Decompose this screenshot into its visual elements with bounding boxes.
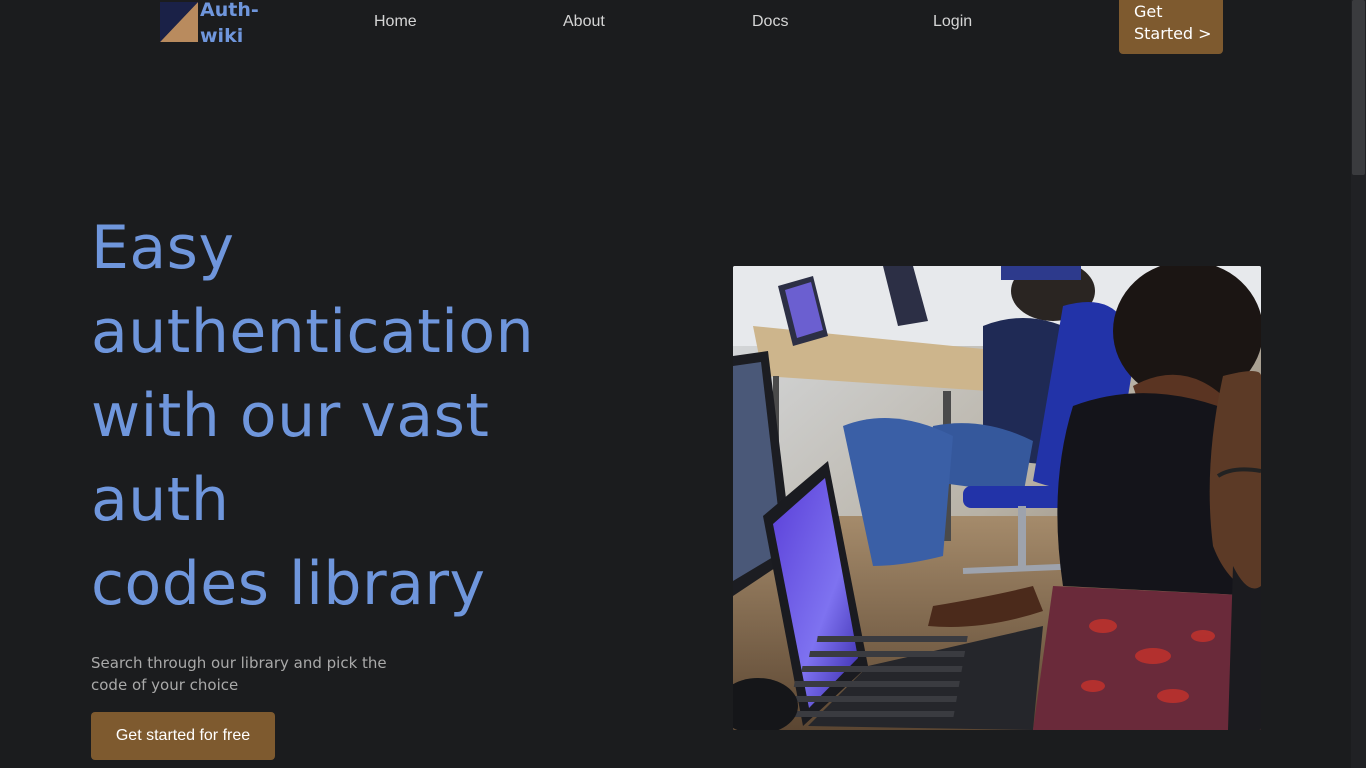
people-at-laptops-photo xyxy=(733,266,1261,730)
nav-docs-link[interactable]: Docs xyxy=(752,12,788,32)
brand-logo[interactable]: Auth- wiki xyxy=(160,0,270,48)
nav-about-link[interactable]: About xyxy=(563,12,605,32)
get-started-line1: Get xyxy=(1134,2,1163,21)
brand-name-line1: Auth- xyxy=(200,0,259,21)
hero-headline-line: codes library xyxy=(91,549,486,619)
get-started-free-button[interactable]: Get started for free xyxy=(91,712,275,760)
hero-subtitle: Search through our library and pick the … xyxy=(91,654,387,694)
nav-home-link[interactable]: Home xyxy=(374,12,417,32)
hero-headline-line: auth xyxy=(91,465,230,535)
get-started-header-button[interactable]: Get Started > xyxy=(1119,0,1223,54)
hero-headline-line: authentication xyxy=(91,297,535,367)
get-started-line2: Started > xyxy=(1134,24,1212,43)
nav-login-link[interactable]: Login xyxy=(933,12,972,32)
page-scrollbar[interactable] xyxy=(1351,0,1366,768)
triangle-logo-icon xyxy=(160,2,198,42)
landing-page: Auth- wiki Home About Docs Login Get Sta… xyxy=(0,0,1366,768)
hero-headline-line: Easy xyxy=(91,213,235,283)
scrollbar-thumb[interactable] xyxy=(1352,0,1365,175)
hero-headline-line: with our vast xyxy=(91,381,490,451)
brand-name: Auth- wiki xyxy=(200,0,270,49)
hero-headline: Easy authentication with our vast auth c… xyxy=(91,206,651,626)
brand-name-line2: wiki xyxy=(200,25,244,47)
